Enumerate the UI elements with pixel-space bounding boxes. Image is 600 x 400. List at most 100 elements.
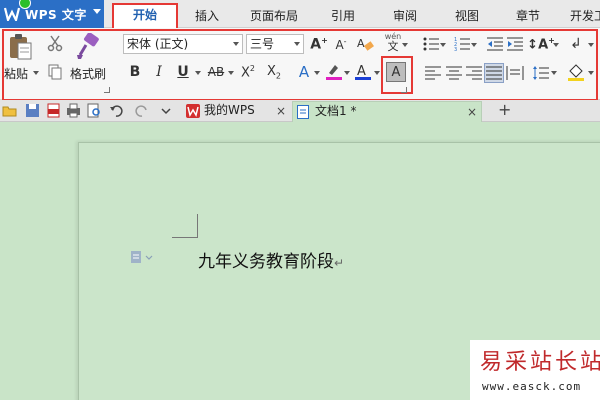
justify-button[interactable] [484,63,504,83]
text-effect-chevron-icon[interactable] [314,71,320,75]
increase-indent-button[interactable] [506,34,524,54]
font-color-chevron-icon[interactable] [374,71,380,75]
text-effect-icon: A [298,63,310,81]
font-size-select[interactable]: 三号 [246,34,304,54]
bold-button[interactable]: B [126,62,144,82]
text-effect-button[interactable]: A [294,62,314,82]
phonetic-guide-button[interactable]: wén 文 [382,32,404,54]
highlight-chevron-icon[interactable] [344,71,350,75]
decrease-indent-button[interactable] [486,34,504,54]
paragraph-handle[interactable] [130,250,154,267]
tab-references[interactable]: 引用 [331,7,355,24]
svg-text:3: 3 [454,47,457,51]
font-name-chevron-icon [233,42,239,46]
grow-font-icon: A+ [310,35,328,53]
bullet-list-chevron-icon[interactable] [440,43,446,47]
phonetic-guide-chevron-icon[interactable] [402,43,408,47]
paste-button[interactable] [6,32,34,62]
distributed-align-button[interactable] [505,64,525,82]
format-painter-button[interactable] [74,32,102,60]
open-file-icon[interactable] [2,103,17,118]
superscript-icon: X2 [241,63,255,81]
shading-chevron-icon[interactable] [588,71,594,75]
clear-format-button[interactable]: A [356,34,376,54]
tab-my-wps-label: 我的WPS [204,103,255,117]
line-spacing-chevron-icon[interactable] [551,71,557,75]
underline-button[interactable]: U [174,62,192,82]
superscript-button[interactable]: X2 [238,62,258,82]
tab-home[interactable]: 开始 [112,3,178,28]
scissors-icon [47,35,63,52]
line-spacing-button[interactable] [532,64,550,82]
increase-indent-icon [507,37,523,51]
char-spacing-chevron-icon[interactable] [553,43,559,47]
format-painter-icon [77,33,99,59]
grow-font-button[interactable]: A+ [309,34,329,54]
redo-icon[interactable] [134,103,149,118]
font-name-select[interactable]: 宋体 (正文) [123,34,243,54]
copy-button[interactable] [44,62,66,82]
cut-button[interactable] [44,33,66,53]
tab-review[interactable]: 审阅 [393,7,417,24]
tab-insert[interactable]: 插入 [195,7,219,24]
decrease-indent-icon [487,37,503,51]
print-preview-icon[interactable] [87,103,102,118]
copy-icon [48,64,62,80]
align-right-button[interactable] [465,64,483,82]
align-right-icon [466,66,482,80]
svg-text:A: A [357,37,365,50]
undo-icon[interactable] [109,103,124,118]
tab-developer[interactable]: 开发工 [570,7,600,24]
paste-options-chevron-icon[interactable] [33,71,39,75]
strikethrough-chevron-icon[interactable] [228,71,234,75]
shrink-font-icon: A- [335,36,347,52]
quick-access-chevron-icon[interactable] [158,103,173,118]
tab-page-layout[interactable]: 页面布局 [250,7,298,24]
wps-logo-icon [3,5,21,23]
bullet-list-button[interactable] [421,34,441,54]
align-center-button[interactable] [445,64,463,82]
align-left-button[interactable] [424,64,442,82]
font-size-chevron-icon [294,42,300,46]
print-icon[interactable] [66,103,81,118]
document-line-1: 九年义务教育阶段 [198,252,334,272]
numbered-list-chevron-icon[interactable] [471,43,477,47]
save-icon[interactable] [25,103,40,118]
new-tab-button[interactable]: + [498,101,511,122]
eraser-icon: A [357,37,374,51]
close-tab-my-wps-icon[interactable]: × [276,102,286,121]
tab-my-wps[interactable]: 我的WPS × [182,101,290,122]
align-center-icon [446,66,462,80]
export-pdf-icon[interactable] [46,103,61,118]
strikethrough-button[interactable]: AB [204,62,228,82]
font-color-button[interactable]: A [354,62,372,82]
shading-button[interactable] [566,62,586,82]
svg-text:A: A [357,64,366,79]
close-tab-document-1-icon[interactable]: × [467,103,477,122]
char-spacing-button[interactable]: ↕A+ [527,34,555,54]
font-dialog-launcher[interactable] [401,87,407,93]
underline-icon: U [177,64,189,80]
clipboard-dialog-launcher[interactable] [104,87,110,93]
line-break-chevron-icon[interactable] [588,43,594,47]
paste-label: 粘贴 [4,67,29,81]
tab-document-1[interactable]: 文档1 * × [292,101,482,122]
tab-chapter[interactable]: 章节 [516,7,540,24]
subscript-button[interactable]: X2 [264,62,284,82]
distributed-align-icon [506,66,524,80]
document-body-text[interactable]: 九年义务教育阶段↵ [198,247,344,272]
line-spacing-icon [533,66,549,80]
highlight-button[interactable] [324,62,344,82]
underline-chevron-icon[interactable] [195,71,201,75]
italic-button[interactable]: I [150,62,168,82]
tab-document-1-label: 文档1 * [315,104,357,118]
app-menu-button[interactable]: WPS 文字 [0,0,104,28]
line-break-button[interactable]: ↲ [566,34,586,54]
justify-icon [486,66,502,80]
tab-view[interactable]: 视图 [455,7,479,24]
numbered-list-button[interactable]: 123 [452,34,472,54]
shrink-font-button[interactable]: A- [331,34,351,54]
format-painter-label: 格式刷 [70,67,107,81]
watermark-title: 易采站长站 [480,350,600,375]
italic-icon: I [156,64,162,80]
